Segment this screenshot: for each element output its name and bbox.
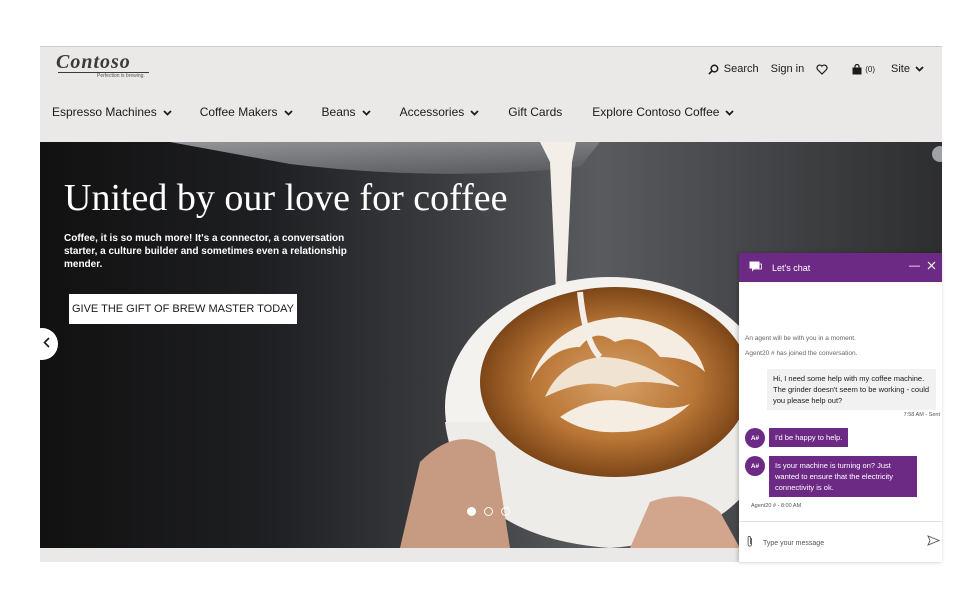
carousel-indicators	[467, 507, 518, 516]
site-header: Contoso Perfection is brewing. Search Si…	[40, 46, 942, 143]
nav-item-beans[interactable]: Beans	[322, 105, 371, 119]
utility-bar: Search Sign in (0) Site	[696, 63, 924, 75]
search-label: Search	[723, 63, 759, 75]
chevron-down-icon	[163, 105, 172, 119]
minimize-icon[interactable]: —	[909, 260, 920, 272]
chevron-down-icon	[361, 105, 371, 119]
chat-header: Let's chat —	[739, 253, 942, 282]
chevron-down-icon	[283, 105, 293, 119]
brand-name: Contoso	[56, 51, 149, 74]
carousel-dot[interactable]	[501, 507, 510, 516]
chevron-left-icon	[43, 335, 50, 353]
chat-message-input[interactable]	[763, 536, 913, 550]
close-icon[interactable]	[927, 261, 936, 272]
hero-title: United by our love for coffee	[64, 177, 508, 219]
nav-label: Gift Cards	[508, 105, 563, 119]
nav-label: Explore Contoso Coffee	[592, 105, 720, 119]
wishlist-button[interactable]	[816, 63, 828, 75]
nav-label: Coffee Makers	[199, 105, 278, 119]
search-icon	[708, 64, 719, 75]
system-message: Agent20 # has joined the conversation.	[745, 350, 858, 357]
nav-item-gift-cards[interactable]: Gift Cards	[508, 105, 562, 119]
message-timestamp: Agent20 # - 8:00 AM	[751, 503, 802, 509]
cart-count: (0)	[865, 64, 876, 74]
send-icon[interactable]	[927, 535, 941, 548]
shopping-bag-icon	[852, 63, 862, 75]
user-message: Hi, I need some help with my coffee mach…	[767, 369, 936, 410]
agent-avatar: A#	[745, 456, 765, 476]
nav-label: Accessories	[399, 105, 465, 119]
carousel-dot[interactable]	[484, 507, 493, 516]
agent-message: Is your machine is turning on? Just want…	[769, 456, 917, 497]
chevron-down-icon	[470, 105, 479, 119]
chat-widget: Let's chat — An agent will be with you i…	[739, 253, 942, 562]
site-label: Site	[891, 63, 910, 75]
cart-button[interactable]: (0)	[852, 63, 876, 75]
chat-composer	[739, 521, 942, 562]
nav-label: Beans	[321, 105, 356, 119]
chevron-down-icon	[725, 105, 735, 119]
chat-bubble-icon	[749, 261, 762, 274]
carousel-dot[interactable]	[467, 507, 476, 516]
agent-message: I'd be happy to help.	[769, 428, 849, 447]
brand-logo[interactable]: Contoso Perfection is brewing.	[56, 51, 149, 79]
paperclip-icon[interactable]	[746, 535, 754, 550]
nav-label: Espresso Machines	[52, 105, 157, 119]
nav-item-accessories[interactable]: Accessories	[400, 105, 480, 119]
agent-avatar: A#	[745, 428, 765, 448]
system-message: An agent will be with you in a moment.	[745, 335, 856, 342]
chat-title: Let's chat	[772, 262, 811, 273]
pause-button[interactable]	[932, 146, 942, 162]
sign-in-label: Sign in	[770, 63, 805, 75]
gift-cta-button[interactable]: GIVE THE GIFT OF BREW MASTER TODAY	[69, 294, 297, 324]
heart-icon	[816, 63, 828, 75]
search-button[interactable]: Search	[708, 63, 759, 75]
site-selector[interactable]: Site	[891, 63, 924, 75]
nav-item-coffee-makers[interactable]: Coffee Makers	[200, 105, 293, 119]
main-navigation: Espresso Machines Coffee Makers Beans Ac…	[52, 105, 735, 119]
nav-item-espresso-machines[interactable]: Espresso Machines	[52, 105, 172, 119]
message-timestamp: 7:58 AM - Sent	[903, 412, 940, 418]
chevron-down-icon	[915, 66, 924, 72]
sign-in-link[interactable]: Sign in	[771, 63, 805, 75]
nav-item-explore-contoso-coffee[interactable]: Explore Contoso Coffee	[592, 105, 735, 119]
hero-subtitle: Coffee, it is so much more! It's a conne…	[64, 233, 347, 270]
